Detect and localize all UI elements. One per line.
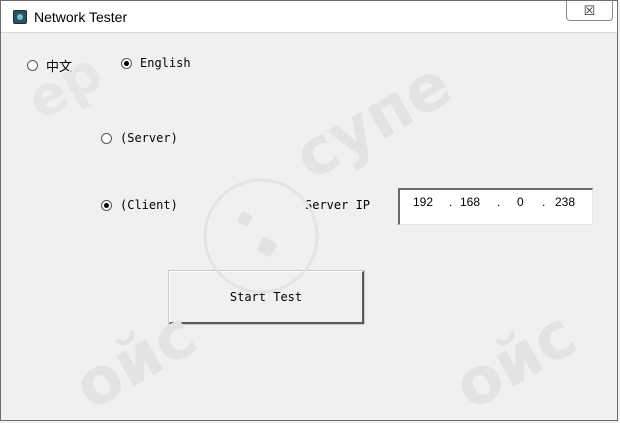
radio-button-server[interactable] [101,132,112,144]
server-ip-field[interactable]: 192 . 168 . 0 . 238 [398,188,593,225]
radio-button-client[interactable] [101,199,112,211]
ip-octet-2[interactable]: 168 [460,195,480,209]
mode-server-label: (Server) [120,131,178,145]
window-title: Network Tester [34,9,128,25]
watermark-text: ойс [442,297,589,422]
ip-octet-3[interactable]: 0 [517,195,524,209]
language-chinese-label: 中文 [46,60,73,75]
radio-button-chinese[interactable] [27,60,38,71]
mode-option-client[interactable]: (Client) [101,198,178,212]
ip-octet-4[interactable]: 238 [555,195,575,209]
network-app-icon [13,10,27,24]
server-ip-label: Server IP [305,198,371,212]
ip-octet-1[interactable]: 192 [413,195,433,209]
ip-separator: . [542,195,546,209]
ip-separator: . [497,195,501,209]
radio-button-english[interactable] [121,57,132,69]
watermark-logo-gear [237,211,253,227]
start-test-button[interactable]: Start Test [168,270,365,325]
mode-option-server[interactable]: (Server) [101,131,178,145]
watermark-text: ep [16,40,113,132]
watermark-text: супе [282,47,464,195]
start-test-label: Start Test [229,290,303,304]
mode-client-label: (Client) [120,198,178,212]
ip-separator: . [449,195,453,209]
title-bar[interactable]: Network Tester ☒ [1,1,617,33]
watermark-logo-gear [257,237,277,257]
network-tester-window: Network Tester ☒ 中文 English (Server) (Cl… [0,0,618,422]
language-english-label: English [140,56,191,70]
language-option-english[interactable]: English [121,56,191,70]
close-button[interactable]: ☒ [566,1,613,21]
language-option-chinese[interactable]: 中文 [27,56,72,75]
close-icon: ☒ [583,3,596,18]
